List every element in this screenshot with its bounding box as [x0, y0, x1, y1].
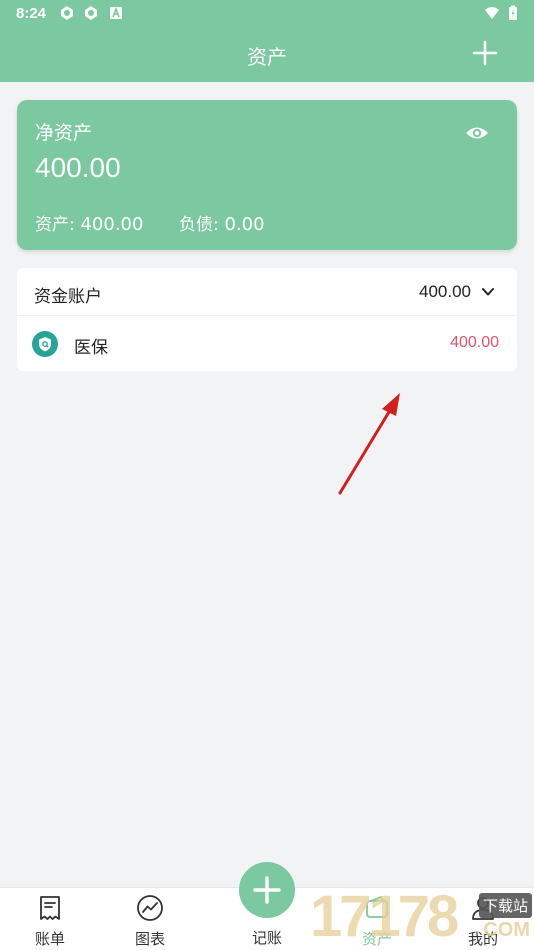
liabilities-label: 负债: [179, 215, 219, 235]
liabilities-summary: 负债: 0.00 [179, 210, 265, 235]
account-group-title: 资金账户 [34, 287, 102, 307]
net-assets-amount: 400.00 [35, 152, 121, 183]
list-item[interactable]: 医保 400.00 [17, 316, 517, 371]
liabilities-value: 0.00 [224, 214, 265, 235]
chevron-down-icon[interactable] [481, 285, 495, 299]
a-notification-icon [110, 6, 122, 19]
net-assets-label: 净资产 [35, 122, 93, 144]
net-assets-card: 净资产 400.00 资产: 400.00 负债: 0.00 [17, 100, 517, 250]
settings-badge-icon [85, 6, 97, 20]
tab-record-label: 记账 [251, 929, 282, 947]
settings-badge-icon [61, 6, 73, 20]
page-title: 资产 [247, 45, 287, 69]
status-time: 8:24 [16, 5, 47, 22]
account-amount: 400.00 [450, 334, 499, 351]
battery-icon [509, 5, 517, 20]
accounts-list: 资金账户 400.00 医保 400.00 [17, 268, 517, 371]
app-bar: 资产 [0, 28, 534, 82]
account-group-header[interactable]: 资金账户 400.00 [17, 268, 517, 316]
eye-icon[interactable] [465, 122, 489, 144]
tab-charts[interactable]: 图表 [100, 888, 200, 950]
assets-value: 400.00 [80, 214, 144, 235]
status-bar: 8:24 [0, 0, 534, 28]
watermark-badge: 下载站 [478, 893, 532, 918]
annotation-arrow-icon [338, 393, 400, 495]
assets-summary: 资产: 400.00 [35, 210, 143, 235]
tab-label: 账单 [34, 930, 65, 948]
record-entry-button[interactable] [239, 862, 295, 918]
plus-icon [253, 876, 281, 904]
wifi-icon [485, 7, 499, 19]
watermark-digits: 17178 [310, 884, 459, 949]
site-watermark: 17178 下载站 COM [310, 885, 534, 950]
tab-label: 图表 [134, 930, 165, 948]
account-group-total: 400.00 [419, 282, 471, 301]
add-account-button[interactable] [470, 38, 500, 68]
chart-icon [137, 895, 163, 921]
watermark-suffix: COM [483, 919, 530, 941]
account-name: 医保 [74, 338, 108, 358]
shield-icon [32, 331, 58, 357]
tab-bills[interactable]: 账单 [0, 888, 100, 950]
assets-label: 资产: [35, 215, 75, 235]
bill-icon [40, 896, 60, 920]
